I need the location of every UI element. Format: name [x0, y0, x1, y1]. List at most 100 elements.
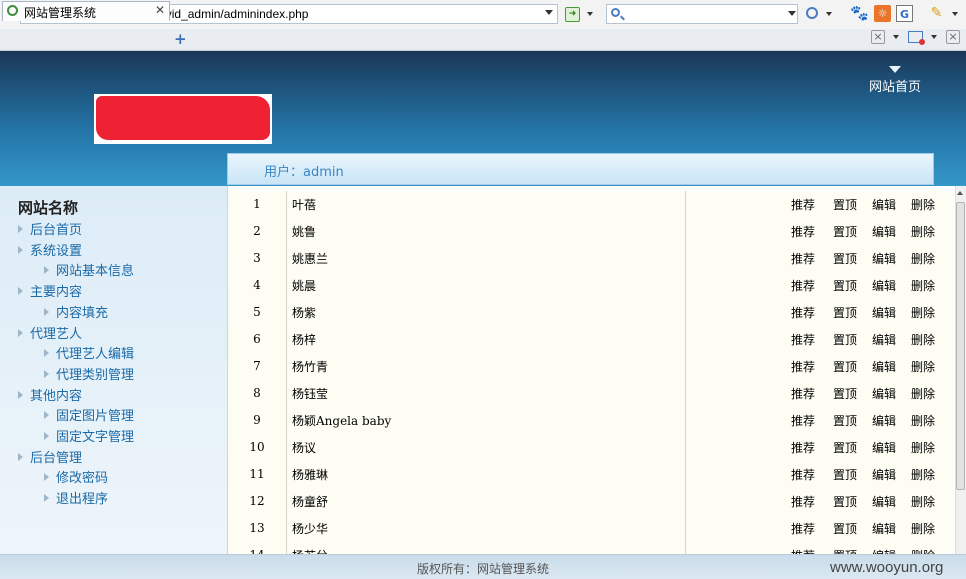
pen-icon[interactable]: ✎ [928, 5, 945, 22]
recommend-link[interactable]: 推荐 [791, 520, 815, 537]
recommend-link[interactable]: 推荐 [791, 412, 815, 429]
recommend-link[interactable]: 推荐 [791, 358, 815, 375]
search-input[interactable] [606, 4, 798, 24]
sidebar-item-label: 修改密码 [56, 471, 109, 487]
search-options-icon[interactable] [826, 12, 832, 16]
delete-link[interactable]: 删除 [911, 520, 935, 537]
sidebar-item[interactable]: 后台首页 [18, 219, 82, 238]
close-tab-icon[interactable]: ✕ [155, 3, 165, 17]
recommend-link[interactable]: 推荐 [791, 250, 815, 267]
edit-link[interactable]: 编辑 [872, 385, 896, 402]
recommend-link[interactable]: 推荐 [791, 331, 815, 348]
delete-link[interactable]: 删除 [911, 547, 935, 554]
triangle-icon [44, 369, 49, 378]
sidebar-item[interactable]: 内容填充 [44, 302, 108, 321]
go-dropdown-icon[interactable] [587, 12, 593, 16]
toolbar-dropdown-icon[interactable] [952, 12, 958, 16]
edit-link[interactable]: 编辑 [872, 466, 896, 483]
sidebar-item[interactable]: 系统设置 [18, 240, 82, 259]
pin-top-link[interactable]: 置顶 [833, 304, 857, 321]
artist-name: 姚惠兰 [292, 252, 329, 266]
cell-divider [286, 353, 287, 380]
pin-top-link[interactable]: 置顶 [833, 277, 857, 294]
delete-link[interactable]: 删除 [911, 439, 935, 456]
scroll-up-icon[interactable] [957, 191, 963, 195]
pin-top-link[interactable]: 置顶 [833, 493, 857, 510]
cell-divider [286, 461, 287, 488]
delete-link[interactable]: 删除 [911, 385, 935, 402]
delete-link[interactable]: 删除 [911, 223, 935, 240]
recommend-link[interactable]: 推荐 [791, 547, 815, 554]
recommend-link[interactable]: 推荐 [791, 439, 815, 456]
edit-link[interactable]: 编辑 [872, 223, 896, 240]
sidebar-item[interactable]: 代理类别管理 [44, 364, 134, 383]
recommend-link[interactable]: 推荐 [791, 223, 815, 240]
home-link[interactable]: 网站首页 [869, 76, 921, 95]
recommend-link[interactable]: 推荐 [791, 277, 815, 294]
sidebar-item[interactable]: 修改密码 [44, 467, 108, 486]
edit-link[interactable]: 编辑 [872, 520, 896, 537]
edit-link[interactable]: 编辑 [872, 304, 896, 321]
sidebar-item[interactable]: 网站基本信息 [44, 260, 134, 279]
recommend-link[interactable]: 推荐 [791, 385, 815, 402]
sidebar-item[interactable]: 其他内容 [18, 385, 82, 404]
delete-link[interactable]: 删除 [911, 304, 935, 321]
pin-top-link[interactable]: 置顶 [833, 439, 857, 456]
sidebar-item[interactable]: 固定文字管理 [44, 426, 134, 445]
edit-link[interactable]: 编辑 [872, 493, 896, 510]
delete-link[interactable]: 删除 [911, 331, 935, 348]
go-icon[interactable]: ➜ [565, 7, 580, 22]
edit-link[interactable]: 编辑 [872, 277, 896, 294]
pin-top-link[interactable]: 置顶 [833, 223, 857, 240]
sidebar-item[interactable]: 代理艺人编辑 [44, 343, 134, 362]
edit-link[interactable]: 编辑 [872, 331, 896, 348]
edit-link[interactable]: 编辑 [872, 358, 896, 375]
browser-tab[interactable]: 网站管理系统 ✕ [2, 1, 170, 21]
sidebar-item[interactable]: 退出程序 [44, 488, 108, 507]
pin-top-link[interactable]: 置顶 [833, 358, 857, 375]
delete-link[interactable]: 删除 [911, 196, 935, 213]
close-icon[interactable]: × [871, 30, 885, 44]
delete-link[interactable]: 删除 [911, 493, 935, 510]
sidebar-item[interactable]: 主要内容 [18, 281, 82, 300]
pin-top-link[interactable]: 置顶 [833, 250, 857, 267]
recommend-link[interactable]: 推荐 [791, 196, 815, 213]
pin-top-link[interactable]: 置顶 [833, 520, 857, 537]
delete-link[interactable]: 删除 [911, 277, 935, 294]
dropdown-icon[interactable] [893, 35, 899, 39]
pin-top-link[interactable]: 置顶 [833, 196, 857, 213]
edit-link[interactable]: 编辑 [872, 250, 896, 267]
sidebar-item-label: 内容填充 [56, 305, 109, 321]
sidebar-item[interactable]: 代理艺人 [18, 323, 82, 342]
baidu-icon[interactable]: 🐾 [850, 5, 869, 22]
dropdown-icon[interactable] [931, 35, 937, 39]
delete-link[interactable]: 删除 [911, 466, 935, 483]
window-icon[interactable] [908, 31, 925, 45]
rss-icon[interactable]: ☼ [874, 5, 891, 22]
pin-top-link[interactable]: 置顶 [833, 331, 857, 348]
recommend-link[interactable]: 推荐 [791, 304, 815, 321]
pin-top-link[interactable]: 置顶 [833, 547, 857, 554]
scroll-thumb[interactable] [956, 202, 965, 490]
google-icon[interactable]: G [896, 5, 913, 22]
edit-link[interactable]: 编辑 [872, 547, 896, 554]
pin-top-link[interactable]: 置顶 [833, 466, 857, 483]
edit-link[interactable]: 编辑 [872, 439, 896, 456]
search-icon[interactable] [806, 7, 818, 19]
recommend-link[interactable]: 推荐 [791, 466, 815, 483]
recommend-link[interactable]: 推荐 [791, 493, 815, 510]
pin-top-link[interactable]: 置顶 [833, 385, 857, 402]
table-row: 6 杨梓 推荐 置顶 编辑 删除 [228, 326, 954, 354]
delete-link[interactable]: 删除 [911, 412, 935, 429]
sidebar-item[interactable]: 后台管理 [18, 447, 82, 466]
edit-link[interactable]: 编辑 [872, 196, 896, 213]
edit-link[interactable]: 编辑 [872, 412, 896, 429]
pin-top-link[interactable]: 置顶 [833, 412, 857, 429]
new-tab-button[interactable]: + [174, 30, 187, 48]
search-dropdown-icon[interactable] [788, 11, 796, 16]
sidebar-item[interactable]: 固定图片管理 [44, 405, 134, 424]
delete-link[interactable]: 删除 [911, 250, 935, 267]
delete-link[interactable]: 删除 [911, 358, 935, 375]
url-dropdown-icon[interactable] [545, 10, 553, 15]
close-window-icon[interactable]: × [946, 30, 960, 44]
